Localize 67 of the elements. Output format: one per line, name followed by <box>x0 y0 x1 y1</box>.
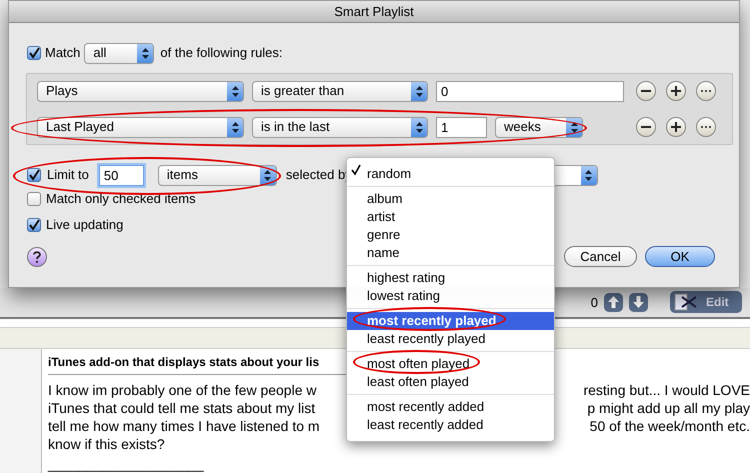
limit-label: Limit to <box>47 166 89 184</box>
more-button[interactable] <box>696 81 716 101</box>
signature-rule: ____________________ <box>48 455 205 473</box>
checkbox[interactable] <box>27 192 41 206</box>
edit-button[interactable]: Edit <box>670 291 742 314</box>
menu-item[interactable]: name <box>347 244 554 262</box>
post-text: 50 of the week/month etc. <box>590 417 750 435</box>
menu-item[interactable]: most recently added <box>347 398 554 416</box>
post-text: tell me how many times I have listened to m <box>48 417 320 435</box>
post-text: resting but... I would LOVE <box>583 381 750 399</box>
post-text: iTunes that could tell me stats about my list <box>48 399 316 417</box>
menu-item[interactable]: artist <box>347 208 554 226</box>
menu-item[interactable]: least recently added <box>347 416 554 434</box>
post-text: p might add up all my play <box>587 399 750 417</box>
plus-icon <box>671 86 681 96</box>
checkbox[interactable] <box>27 46 41 60</box>
stepper-arrows-icon <box>570 122 578 132</box>
up-arrow-icon <box>608 296 619 308</box>
field-popup[interactable]: Last Played <box>37 116 244 138</box>
limit-field[interactable]: 50 <box>98 164 144 186</box>
menu-item[interactable]: genre <box>347 226 554 244</box>
plus-icon <box>671 122 681 132</box>
vote-count: 0 <box>590 294 598 312</box>
field-popup[interactable]: Plays <box>37 80 244 102</box>
help-button[interactable] <box>27 246 47 266</box>
add-button[interactable] <box>666 81 686 101</box>
post-text: know if this exists? <box>48 435 165 453</box>
unit-popup[interactable]: items <box>158 164 277 186</box>
stepper-arrows-icon <box>264 170 272 180</box>
checkbox[interactable] <box>27 218 41 232</box>
checkbox[interactable] <box>27 168 41 182</box>
menu-item[interactable]: lowest rating <box>347 287 554 305</box>
window-title: Smart Playlist <box>9 1 739 23</box>
menu-item[interactable]: album <box>347 190 554 208</box>
match-label: Match <box>45 44 80 62</box>
minus-icon <box>641 126 651 128</box>
post-text: I know im probably one of the few people w <box>48 381 316 399</box>
stepper-arrows-icon <box>142 48 149 58</box>
question-mark-icon <box>33 250 41 262</box>
remove-button[interactable] <box>636 81 656 101</box>
operator-popup[interactable]: is in the last <box>252 116 428 138</box>
stepper-arrows-icon <box>232 122 238 132</box>
rules-label: of the following rules: <box>160 44 283 62</box>
menu-item[interactable]: least often played <box>347 373 554 391</box>
unit-popup[interactable]: weeks <box>495 116 583 138</box>
menu-item[interactable]: highest rating <box>347 269 554 287</box>
value-field[interactable]: 0 <box>436 80 624 102</box>
stepper-arrows-icon <box>585 170 592 180</box>
match-popup[interactable]: all <box>84 42 154 64</box>
more-button[interactable] <box>696 117 716 137</box>
ok-button[interactable]: OK <box>645 246 715 267</box>
add-button[interactable] <box>666 117 686 137</box>
remove-button[interactable] <box>636 117 656 137</box>
down-arrow-icon <box>633 296 644 308</box>
stepper-arrows-icon <box>416 122 422 132</box>
stepper-arrows-icon <box>232 86 238 96</box>
up-arrow-button[interactable] <box>604 292 623 312</box>
menu-item[interactable]: random <box>347 165 554 183</box>
cancel-button[interactable]: Cancel <box>564 246 637 267</box>
operator-popup[interactable]: is greater than <box>252 80 428 102</box>
down-arrow-button[interactable] <box>629 292 648 312</box>
option-label: Match only checked items <box>46 190 196 208</box>
menu-item[interactable]: least recently played <box>347 330 554 348</box>
option-label: Live updating <box>46 216 124 234</box>
stepper-arrows-icon <box>416 86 422 96</box>
value-field[interactable]: 1 <box>436 116 487 138</box>
minus-icon <box>641 90 651 92</box>
